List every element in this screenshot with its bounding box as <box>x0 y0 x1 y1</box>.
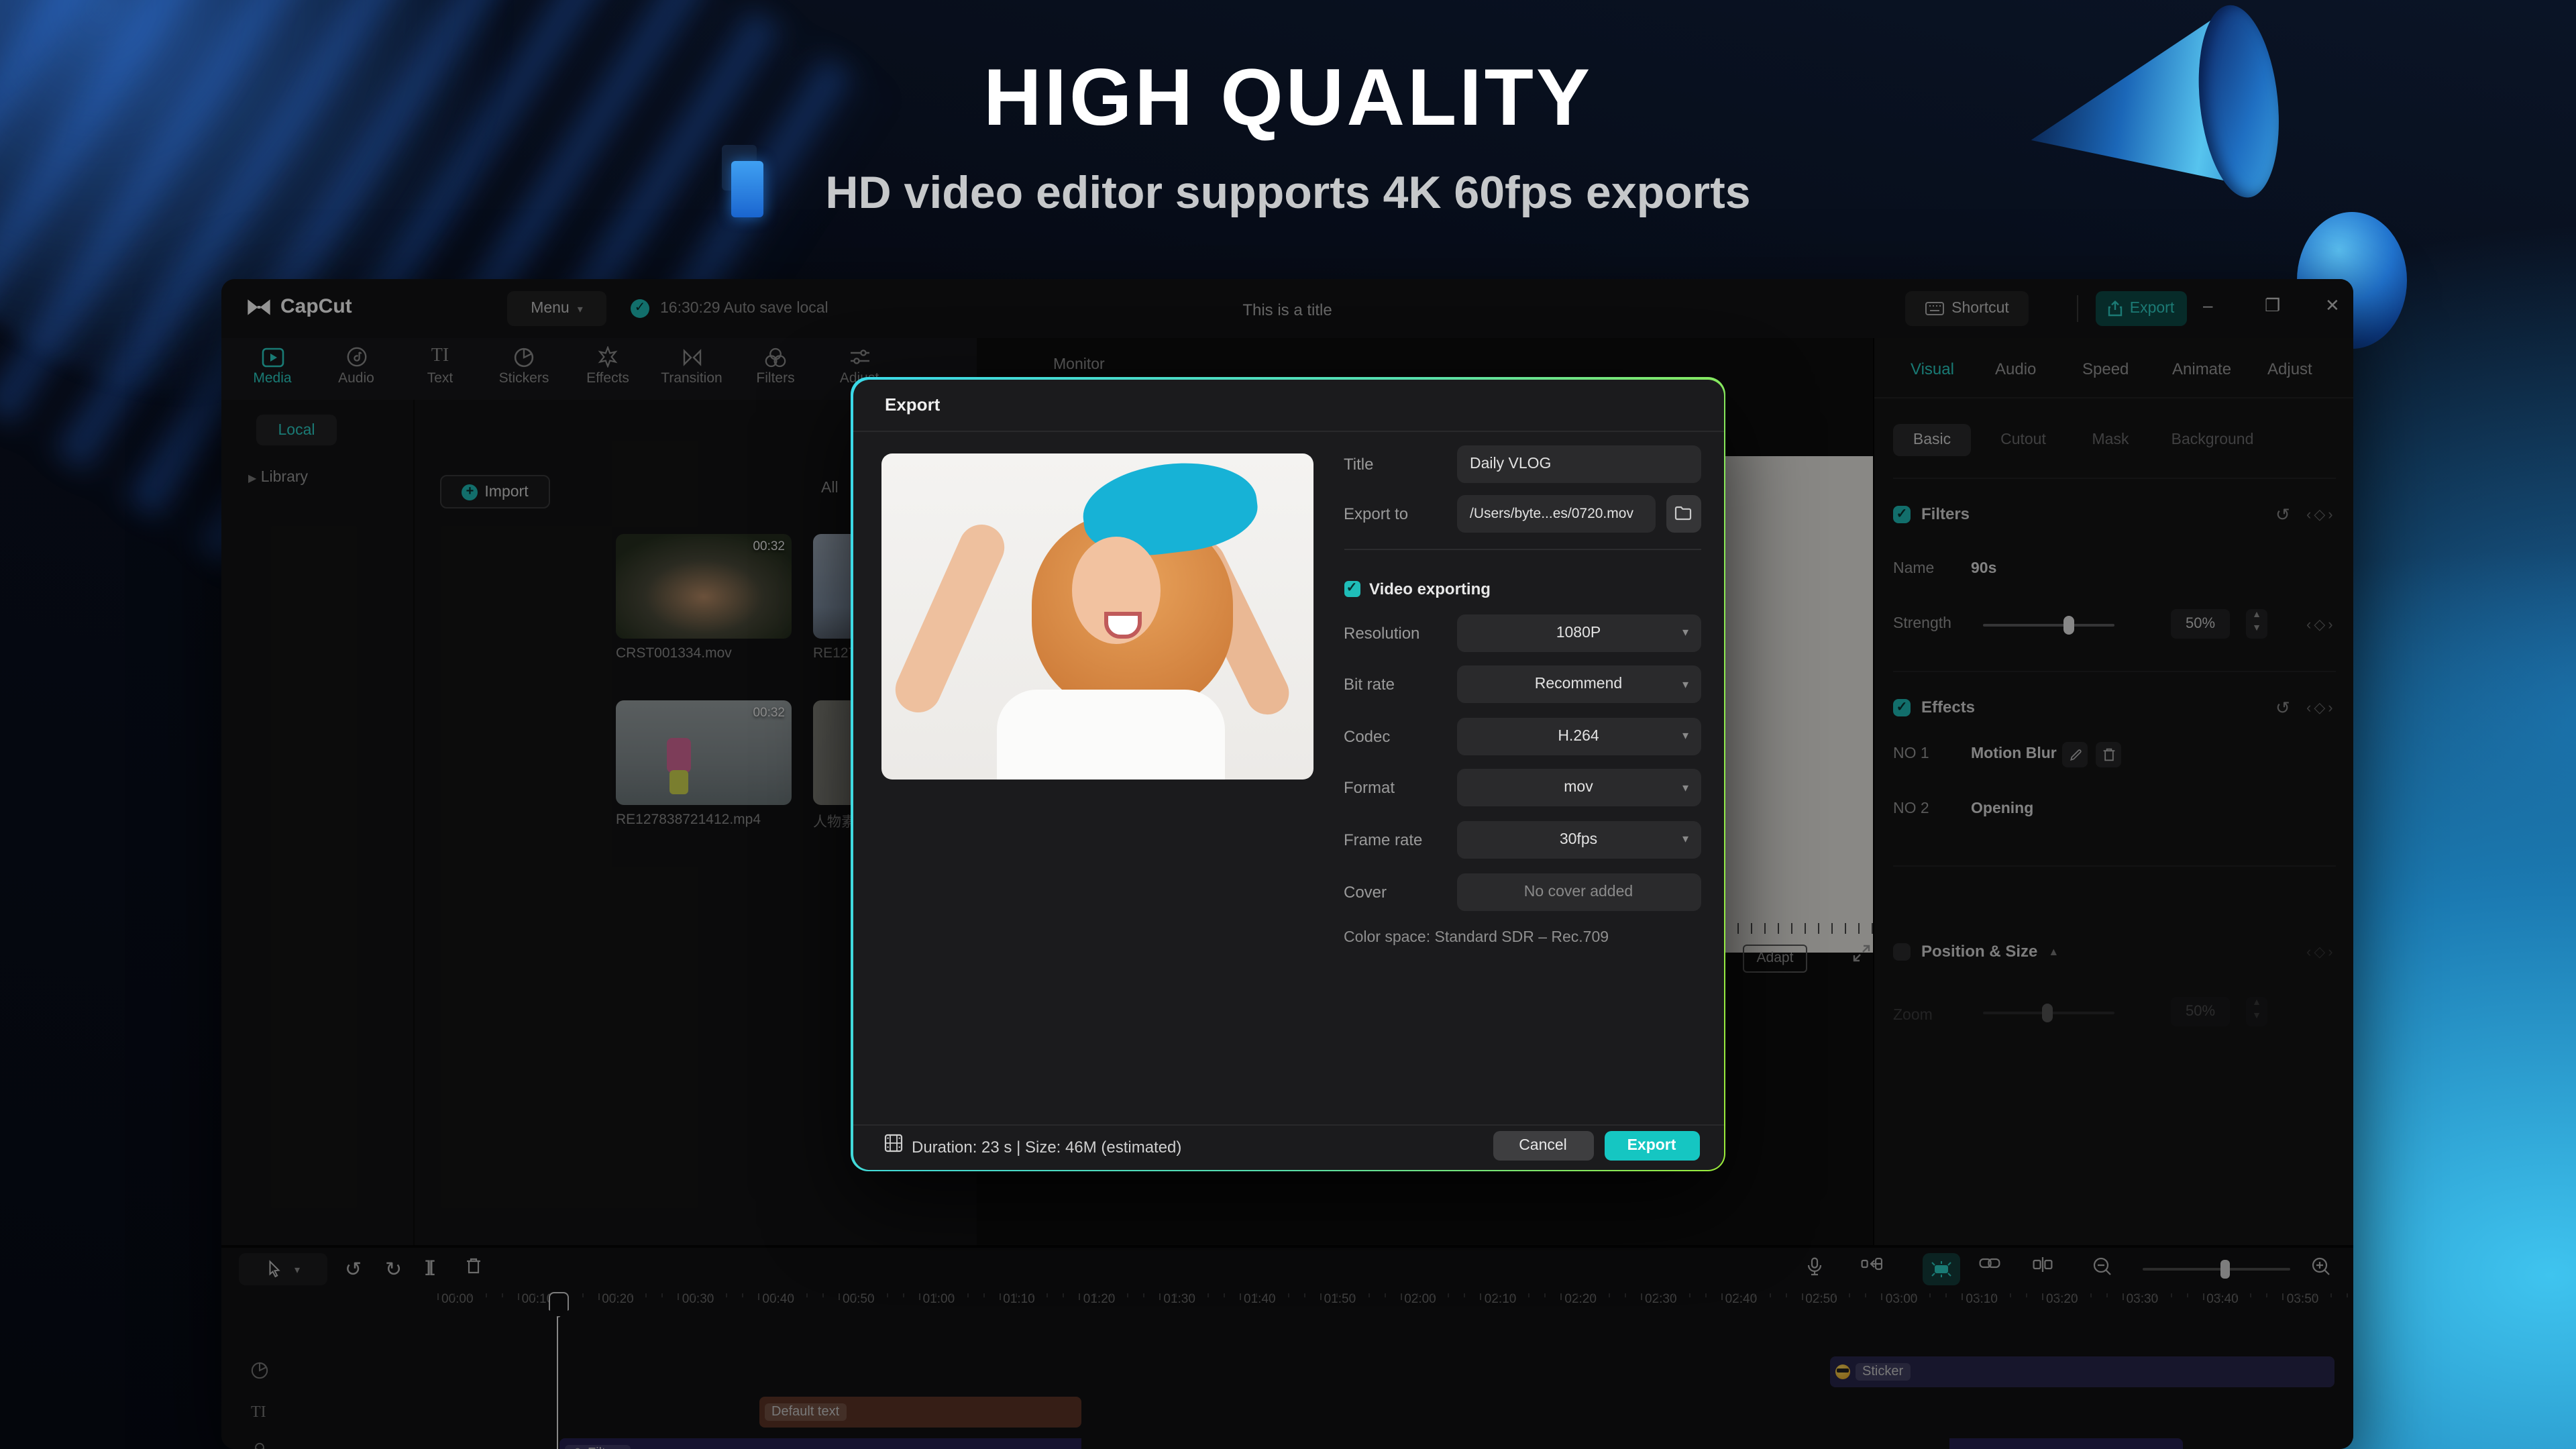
dropdown-resolution[interactable]: 1080P ▾ <box>1456 614 1701 651</box>
film-icon <box>883 1133 902 1152</box>
dropdown-frame-rate[interactable]: 30fps ▾ <box>1456 820 1701 859</box>
dialog-footer-divider <box>853 1124 1723 1125</box>
dialog-sub-divider <box>1344 548 1701 549</box>
video-exporting-row: ✓ Video exporting <box>1344 579 1491 598</box>
video-exporting-checkbox[interactable]: ✓ <box>1344 580 1360 596</box>
dropdown-label-bit-rate: Bit rate <box>1344 675 1395 694</box>
dropdown-bit-rate[interactable]: Recommend ▾ <box>1456 665 1701 704</box>
dropdown-label-format: Format <box>1344 778 1395 798</box>
dropdown-format[interactable]: mov ▾ <box>1456 769 1701 807</box>
title-field-label: Title <box>1344 454 1374 473</box>
chevron-down-icon: ▾ <box>1682 677 1688 691</box>
stage: HIGH QUALITY HD video editor supports 4K… <box>0 0 2576 1449</box>
dropdown-label-resolution: Resolution <box>1344 623 1420 642</box>
cover-field[interactable]: No cover added <box>1456 873 1701 910</box>
title-field[interactable]: Daily VLOG <box>1456 445 1701 482</box>
export-summary: Duration: 23 s | Size: 46M (estimated) <box>912 1137 1182 1156</box>
chevron-down-icon: ▾ <box>1682 780 1688 794</box>
browse-folder-button[interactable] <box>1666 494 1701 532</box>
export-confirm-button[interactable]: Export <box>1604 1130 1699 1160</box>
export-to-label: Export to <box>1344 504 1409 523</box>
dropdown-codec[interactable]: H.264 ▾ <box>1456 717 1701 755</box>
cover-label: Cover <box>1344 882 1387 901</box>
chevron-down-icon: ▾ <box>1682 625 1688 639</box>
export-preview-image <box>881 453 1313 779</box>
export-dialog: Export Title Daily VLOG Export to /Users… <box>851 377 1725 1171</box>
cancel-button[interactable]: Cancel <box>1493 1130 1593 1160</box>
export-to-field[interactable]: /Users/byte...es/0720.mov <box>1456 494 1655 532</box>
hero-cube-icon <box>722 145 775 223</box>
dropdown-label-frame-rate: Frame rate <box>1344 830 1423 849</box>
dialog-header-divider <box>853 430 1723 431</box>
hero-subtitle: HD video editor supports 4K 60fps export… <box>825 168 1751 219</box>
color-space-text: Color space: Standard SDR – Rec.709 <box>1344 929 1609 945</box>
chevron-down-icon: ▾ <box>1682 729 1688 743</box>
dropdown-label-codec: Codec <box>1344 727 1391 746</box>
hero-title: HIGH QUALITY <box>983 52 1593 142</box>
chevron-down-icon: ▾ <box>1682 832 1688 846</box>
dialog-title: Export <box>885 394 941 414</box>
